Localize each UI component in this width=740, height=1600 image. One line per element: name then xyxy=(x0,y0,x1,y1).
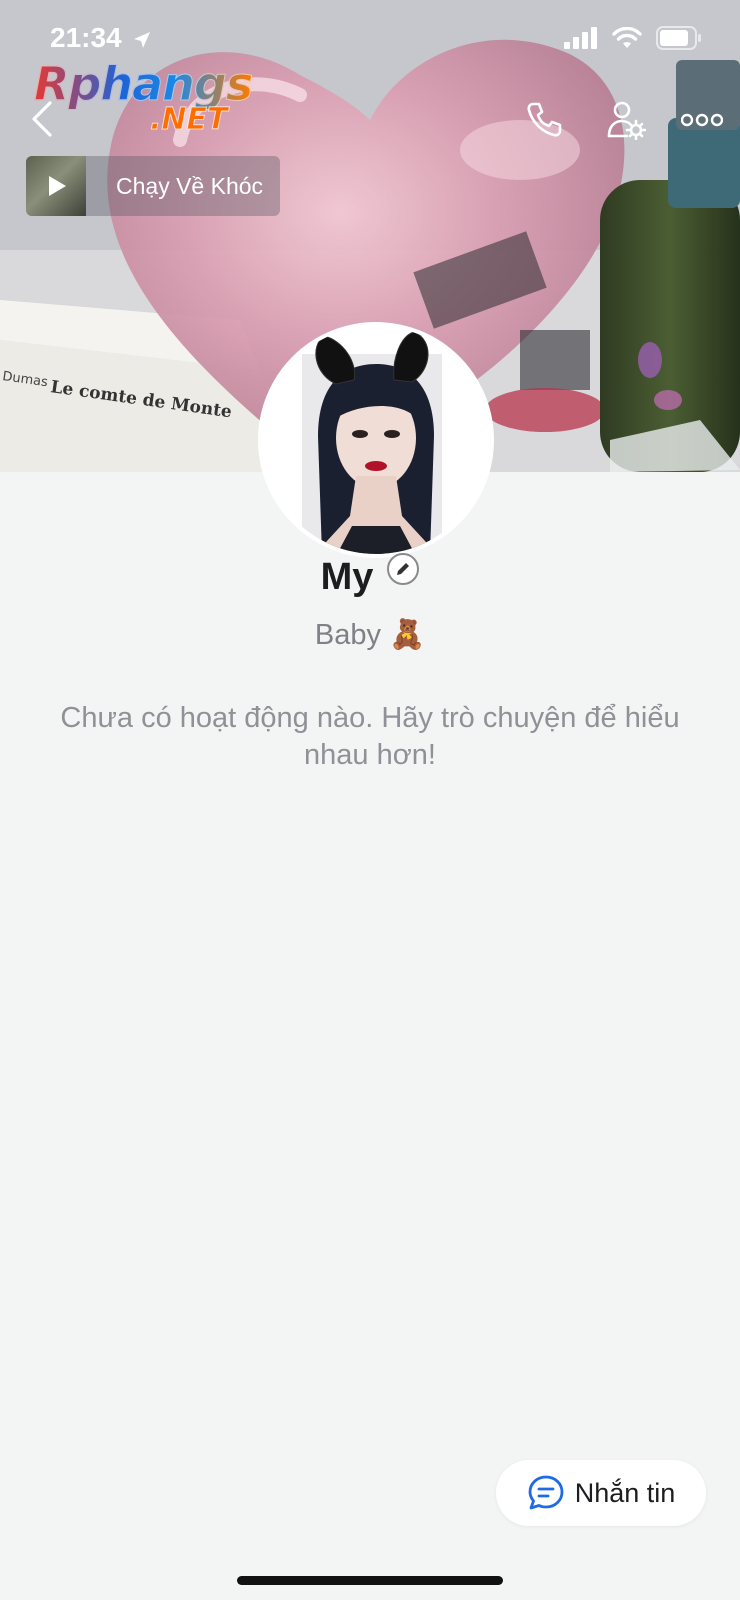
chevron-left-icon xyxy=(32,101,52,137)
avatar[interactable] xyxy=(258,322,494,558)
watermark-logo: Rphangs .NET xyxy=(33,58,253,138)
music-title: Chạy Về Khóc xyxy=(116,172,264,199)
profile-name-row: My xyxy=(0,552,740,599)
profile-bio: Baby 🧸 xyxy=(314,619,426,651)
play-icon[interactable] xyxy=(46,174,68,198)
user-settings-icon xyxy=(607,101,646,140)
music-thumbnail xyxy=(26,156,86,216)
send-message-button[interactable]: Nhắn tin xyxy=(496,1460,706,1526)
profile-name: My xyxy=(320,556,374,598)
pencil-icon xyxy=(397,562,410,575)
home-indicator[interactable] xyxy=(237,1576,503,1585)
avatar-image xyxy=(262,326,490,554)
profile-settings-button[interactable] xyxy=(600,94,652,146)
edit-name-button[interactable] xyxy=(387,552,420,585)
profile-music-player[interactable]: Chạy Về Khóc xyxy=(26,156,280,216)
signal-icon xyxy=(564,27,597,49)
more-options-button[interactable] xyxy=(676,94,728,146)
phone-icon xyxy=(527,102,562,137)
status-time: 21:34 xyxy=(50,22,122,53)
location-arrow-icon xyxy=(134,32,150,48)
send-message-label: Nhắn tin xyxy=(574,1477,676,1508)
watermark-sub-text: .NET xyxy=(149,102,228,138)
battery-icon xyxy=(656,26,701,50)
wifi-icon xyxy=(612,27,642,48)
chat-bubble-icon xyxy=(528,1475,564,1510)
empty-activity-message: Chưa có hoạt động nào. Hãy trò chuyện để… xyxy=(60,702,680,771)
back-button[interactable] xyxy=(22,94,62,144)
more-icon xyxy=(681,113,723,127)
call-button[interactable] xyxy=(518,94,570,146)
